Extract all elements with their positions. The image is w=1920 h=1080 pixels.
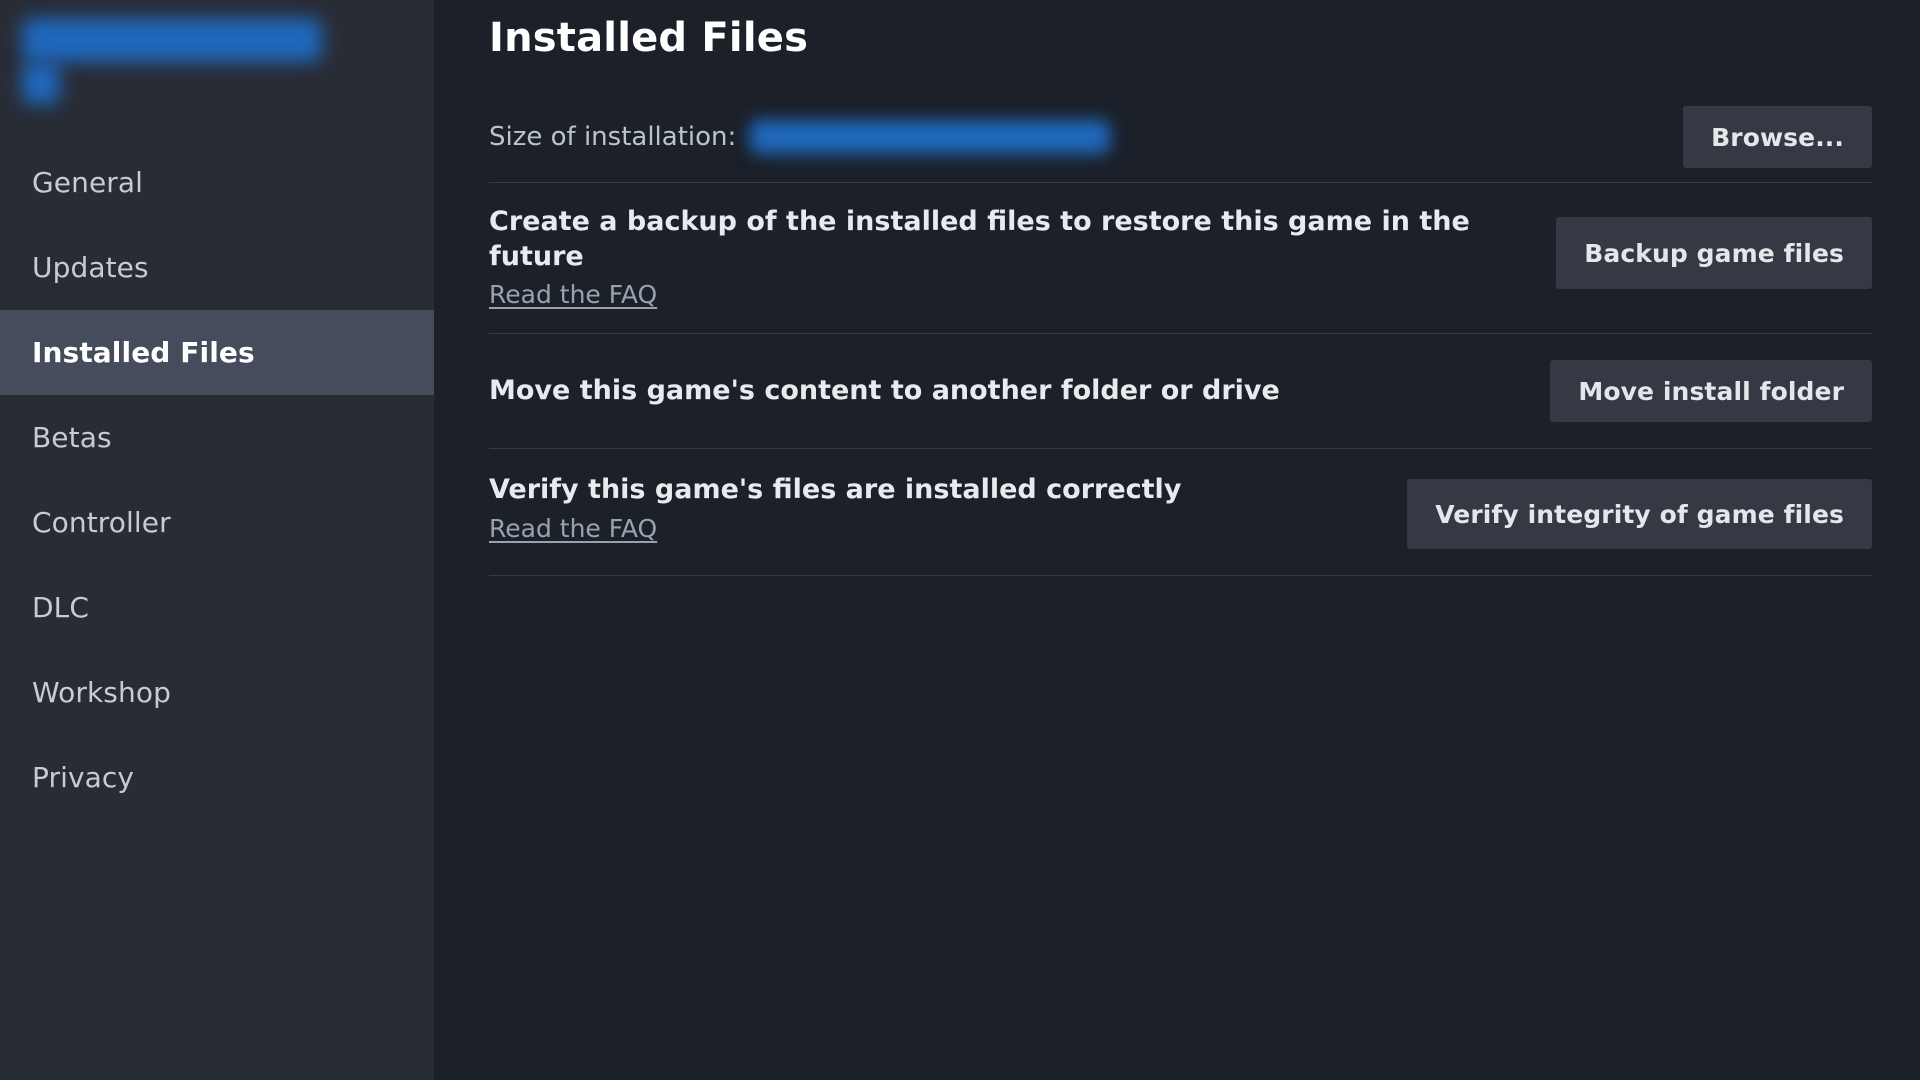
sidebar-item-dlc[interactable]: DLC — [0, 565, 434, 650]
sidebar-item-privacy[interactable]: Privacy — [0, 735, 434, 820]
sidebar-item-label: Betas — [32, 421, 112, 454]
backup-game-files-button[interactable]: Backup game files — [1556, 217, 1872, 289]
sidebar-item-label: Installed Files — [32, 336, 255, 369]
verify-row-title: Verify this game's files are installed c… — [489, 474, 1182, 506]
sidebar-item-label: General — [32, 166, 144, 199]
redaction-blob-title-line-2 — [22, 62, 60, 104]
installed-files-panel: Installed Files Size of installation: Br… — [434, 0, 1920, 1080]
sidebar-item-label: Updates — [32, 251, 149, 284]
move-install-folder-row: Move this game's content to another fold… — [489, 334, 1872, 448]
move-row-text: Move this game's content to another fold… — [489, 374, 1280, 409]
sidebar: General Updates Installed Files Betas Co… — [0, 0, 434, 1080]
game-properties-window: General Updates Installed Files Betas Co… — [0, 0, 1920, 1080]
verify-read-the-faq-link[interactable]: Read the FAQ — [489, 514, 657, 543]
move-install-folder-button[interactable]: Move install folder — [1550, 360, 1872, 423]
sidebar-item-label: Controller — [32, 506, 171, 539]
sidebar-item-updates[interactable]: Updates — [0, 225, 434, 310]
verify-integrity-row: Verify this game's files are installed c… — [489, 449, 1872, 575]
backup-row-text: Create a backup of the installed files t… — [489, 205, 1479, 309]
backup-read-the-faq-link[interactable]: Read the FAQ — [489, 280, 657, 309]
game-title-redacted — [0, 0, 434, 126]
redaction-blob-install-size — [750, 120, 1111, 154]
divider-4 — [489, 575, 1872, 577]
browse-button[interactable]: Browse... — [1683, 106, 1872, 168]
verify-row-text: Verify this game's files are installed c… — [489, 473, 1181, 543]
sidebar-item-label: Privacy — [32, 761, 135, 794]
sidebar-item-workshop[interactable]: Workshop — [0, 650, 434, 735]
size-of-installation-row: Size of installation: Browse... — [489, 92, 1872, 182]
backup-row-title: Create a backup of the installed files t… — [489, 206, 1470, 272]
backup-game-files-row: Create a backup of the installed files t… — [489, 183, 1872, 333]
sidebar-item-installed-files[interactable]: Installed Files — [0, 310, 434, 395]
sidebar-item-controller[interactable]: Controller — [0, 480, 434, 565]
sidebar-nav: General Updates Installed Files Betas Co… — [0, 140, 434, 820]
sidebar-item-label: Workshop — [32, 676, 171, 709]
redaction-blob-title-line-1 — [22, 18, 322, 62]
page-title: Installed Files — [489, 15, 809, 61]
move-row-title: Move this game's content to another fold… — [489, 374, 1280, 406]
verify-integrity-of-game-files-button[interactable]: Verify integrity of game files — [1407, 479, 1872, 550]
sidebar-item-general[interactable]: General — [0, 140, 434, 225]
sidebar-item-betas[interactable]: Betas — [0, 395, 434, 480]
size-of-installation-label: Size of installation: — [489, 122, 737, 152]
size-of-installation-group: Size of installation: — [489, 120, 1111, 154]
sidebar-item-label: DLC — [32, 591, 90, 624]
